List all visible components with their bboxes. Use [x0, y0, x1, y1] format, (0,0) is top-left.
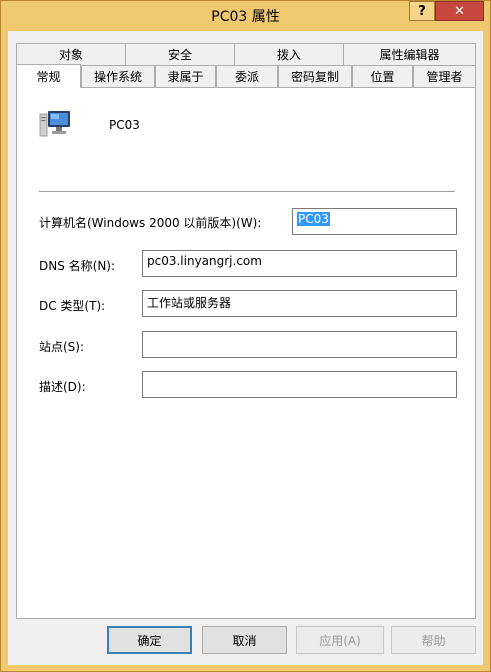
dc-type-label: DC 类型(T):	[39, 299, 106, 313]
tab-managed-by[interactable]: 管理者	[413, 65, 476, 87]
title-bar[interactable]: PC03 属性 ? ✕	[1, 1, 490, 31]
pre2000-name-label: 计算机名(Windows 2000 以前版本)(W):	[39, 216, 262, 230]
tab-attribute-editor[interactable]: 属性编辑器	[343, 43, 476, 65]
dns-name-label: DNS 名称(N):	[39, 259, 116, 273]
dns-name-field[interactable]: pc03.linyangrj.com	[142, 250, 457, 277]
tab-operating-system[interactable]: 操作系统	[81, 65, 155, 87]
pre2000-name-field[interactable]: PC03	[292, 208, 457, 235]
apply-button[interactable]: 应用(A)	[296, 626, 384, 654]
site-field[interactable]	[142, 331, 457, 358]
help-button[interactable]: 帮助	[391, 626, 476, 654]
computer-name-heading: PC03	[109, 118, 140, 132]
separator	[39, 191, 455, 192]
tab-password-replication[interactable]: 密码复制	[278, 65, 352, 87]
tab-location[interactable]: 位置	[352, 65, 413, 87]
properties-dialog: PC03 属性 ? ✕ 对象 安全 拨入 属性编辑器 常规 操作系统 隶属于 委…	[0, 0, 491, 672]
description-label: 描述(D):	[39, 380, 86, 394]
description-field[interactable]	[142, 371, 457, 398]
tab-member-of[interactable]: 隶属于	[155, 65, 216, 87]
dialog-client-area: 对象 安全 拨入 属性编辑器 常规 操作系统 隶属于 委派 密码复制 位置 管理…	[8, 31, 483, 665]
tab-object[interactable]: 对象	[16, 43, 126, 65]
computer-icon	[39, 111, 70, 137]
tab-delegation[interactable]: 委派	[216, 65, 278, 87]
general-tab-panel: PC03 计算机名(Windows 2000 以前版本)(W): PC03 DN…	[16, 87, 476, 619]
ok-button[interactable]: 确定	[107, 626, 192, 654]
site-label: 站点(S):	[39, 340, 85, 354]
help-icon[interactable]: ?	[409, 1, 435, 21]
tab-general[interactable]: 常规	[16, 64, 81, 88]
dc-type-field[interactable]: 工作站或服务器	[142, 290, 457, 317]
pre2000-name-value: PC03	[297, 212, 330, 226]
tab-dial-in[interactable]: 拨入	[234, 43, 344, 65]
tab-security[interactable]: 安全	[125, 43, 235, 65]
cancel-button[interactable]: 取消	[202, 626, 287, 654]
close-icon[interactable]: ✕	[435, 1, 484, 21]
